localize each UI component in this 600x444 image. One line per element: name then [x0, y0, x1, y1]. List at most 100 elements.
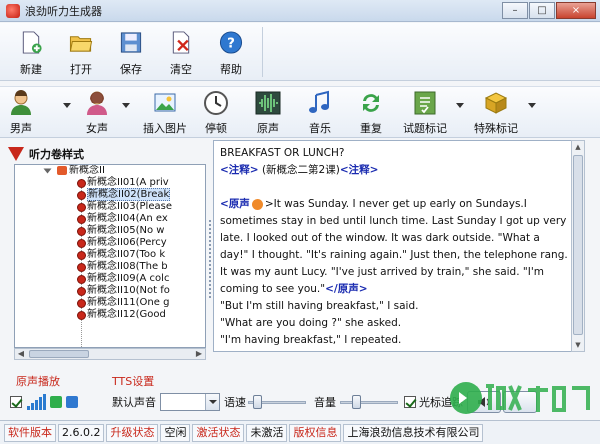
speed-slider[interactable] [248, 393, 306, 411]
upgrade-label: 升级状态 [106, 423, 159, 442]
default-voice-label: 默认声音 [112, 396, 156, 409]
dialogue-line-1: "But I'm still having breakfast," I said… [220, 300, 419, 312]
open-label: 打开 [70, 63, 92, 76]
cursor-follow-checkbox[interactable] [404, 396, 416, 408]
male-voice-button[interactable]: 男声 [8, 90, 34, 136]
left-panel-title: 听力卷样式 [29, 148, 84, 161]
left-panel-header: 听力卷样式 [8, 145, 84, 163]
editor-vertical-scrollbar[interactable]: ▲ ▼ [571, 140, 585, 352]
scroll-left-icon[interactable]: ◀ [16, 350, 26, 358]
note-text: (新概念二第2课) [258, 164, 340, 176]
speed-slider-knob[interactable] [253, 395, 262, 409]
repeat-label: 重复 [360, 122, 382, 135]
pause-button[interactable]: 停顿 [203, 90, 229, 136]
save-icon [120, 32, 142, 53]
pause-label: 停顿 [205, 122, 227, 135]
lesson-tree[interactable]: 新概念II 新概念II01(A priv 新概念II02(Break 新概念II03… [14, 164, 206, 348]
tree-lesson-item[interactable]: 新概念II03(Please [15, 201, 205, 213]
tree-lesson-label: 新概念II04(An ex [87, 213, 168, 224]
activation-value: 未激活 [246, 423, 288, 442]
new-button[interactable]: 新建 [6, 27, 56, 77]
scroll-thumb[interactable] [29, 350, 89, 358]
tree-lesson-item[interactable]: 新概念II05(No w [15, 225, 205, 237]
original-sound-button[interactable]: 原声 [255, 90, 281, 136]
repeat-button[interactable]: 重复 [358, 90, 384, 136]
svg-text:?: ? [227, 36, 235, 51]
insert-toolbar: 男声 女声 插入图片 停顿 原声 音乐 重复 试题标记 特殊标记 [0, 86, 600, 138]
volume-slider-knob[interactable] [352, 395, 361, 409]
voice-open-tag: <原声 [220, 198, 250, 210]
tree-lesson-item[interactable]: 新概念II12(Good [15, 309, 205, 321]
tree-lesson-item[interactable]: 新概念II09(A colc [15, 273, 205, 285]
expand-arrow-icon[interactable] [43, 168, 52, 174]
copyright-value: 上海浪劲信息技术有限公司 [343, 423, 484, 442]
new-label: 新建 [20, 63, 42, 76]
script-editor[interactable]: BREAKFAST OR LUNCH? <注释> (新概念二第2课)<注释> <… [213, 140, 585, 352]
tree-lesson-item[interactable]: 新概念II08(The b [15, 261, 205, 273]
music-note-icon [309, 90, 329, 113]
tree-lesson-item[interactable]: 新概念II06(Percy [15, 237, 205, 249]
scroll-right-icon[interactable]: ▶ [194, 350, 204, 358]
special-mark-button[interactable]: 特殊标记 [474, 90, 518, 136]
original-sound-label: 原声 [257, 122, 279, 135]
folder-open-icon [69, 36, 93, 52]
question-mark-dropdown-icon[interactable] [456, 103, 464, 108]
female-voice-dropdown-icon[interactable] [122, 103, 130, 108]
speaker-icon[interactable] [251, 198, 263, 210]
save-button[interactable]: 保存 [106, 27, 156, 77]
scroll-up-icon[interactable]: ▲ [572, 141, 584, 153]
tree-lesson-item[interactable]: 新概念II04(An ex [15, 213, 205, 225]
new-doc-icon [22, 31, 42, 54]
dialogue-line-3: "I'm having breakfast," I repeated. [220, 334, 402, 346]
tree-lesson-label: 新概念II01(A priv [87, 177, 169, 188]
window-title: 浪劲听力生成器 [25, 4, 102, 18]
scroll-down-icon[interactable]: ▼ [572, 339, 584, 351]
copyright-label: 版权信息 [289, 423, 342, 442]
watermark-logo [450, 382, 590, 414]
close-button[interactable]: × [556, 2, 596, 19]
tree-lesson-label: 新概念II05(No w [87, 225, 165, 236]
volume-label: 音量 [314, 396, 336, 409]
play-checkbox[interactable] [10, 396, 22, 408]
editor-scroll-thumb[interactable] [573, 155, 583, 335]
question-mark-button[interactable]: 试题标记 [403, 90, 447, 136]
lesson-audio-icon [77, 263, 86, 272]
dialogue-line-2: "What are you doing ?" she asked. [220, 317, 402, 329]
female-voice-button[interactable]: 女声 [84, 90, 110, 136]
open-button[interactable]: 打开 [56, 27, 106, 77]
default-voice-select[interactable] [160, 393, 220, 411]
tree-lesson-label: 新概念II08(The b [87, 261, 168, 272]
male-voice-label: 男声 [10, 122, 32, 135]
note-open-tag: <注释> [220, 164, 259, 176]
tree-horizontal-scrollbar[interactable]: ◀ ▶ [14, 348, 206, 360]
volume-slider[interactable] [340, 393, 398, 411]
upgrade-value: 空闲 [160, 423, 191, 442]
pause-clock-icon [204, 91, 228, 115]
clear-button[interactable]: 清空 [156, 27, 206, 77]
original-playback-label: 原声播放 [16, 375, 60, 388]
tree-root-node[interactable]: 新概念II [15, 165, 205, 177]
special-mark-dropdown-icon[interactable] [528, 103, 536, 108]
lesson-audio-icon [77, 287, 86, 296]
tree-lesson-item[interactable]: 新概念II10(Not fo [15, 285, 205, 297]
app-logo-icon [6, 3, 20, 18]
maximize-button[interactable]: □ [529, 2, 555, 19]
collapse-arrow-icon[interactable] [8, 147, 24, 161]
tree-lesson-item[interactable]: 新概念II11(One g [15, 297, 205, 309]
voice-block: <原声 >It was Sunday. I never get up early … [220, 196, 570, 298]
tree-lesson-item[interactable]: 新概念II02(Break [15, 188, 205, 201]
stop-icon[interactable] [66, 396, 78, 408]
lesson-audio-icon [77, 239, 86, 248]
help-button[interactable]: ? 帮助 [206, 27, 256, 77]
tree-lesson-item[interactable]: 新概念II07(Too k [15, 249, 205, 261]
volume-level-icon [27, 394, 46, 410]
male-voice-dropdown-icon[interactable] [63, 103, 71, 108]
play-icon[interactable] [50, 396, 62, 408]
waveform-icon [255, 91, 281, 115]
chevron-down-icon[interactable] [205, 394, 219, 410]
tree-lesson-label: 新概念II10(Not fo [87, 285, 170, 296]
insert-image-button[interactable]: 插入图片 [143, 90, 187, 136]
insert-image-label: 插入图片 [143, 122, 187, 135]
minimize-button[interactable]: – [502, 2, 528, 19]
music-button[interactable]: 音乐 [307, 90, 333, 136]
